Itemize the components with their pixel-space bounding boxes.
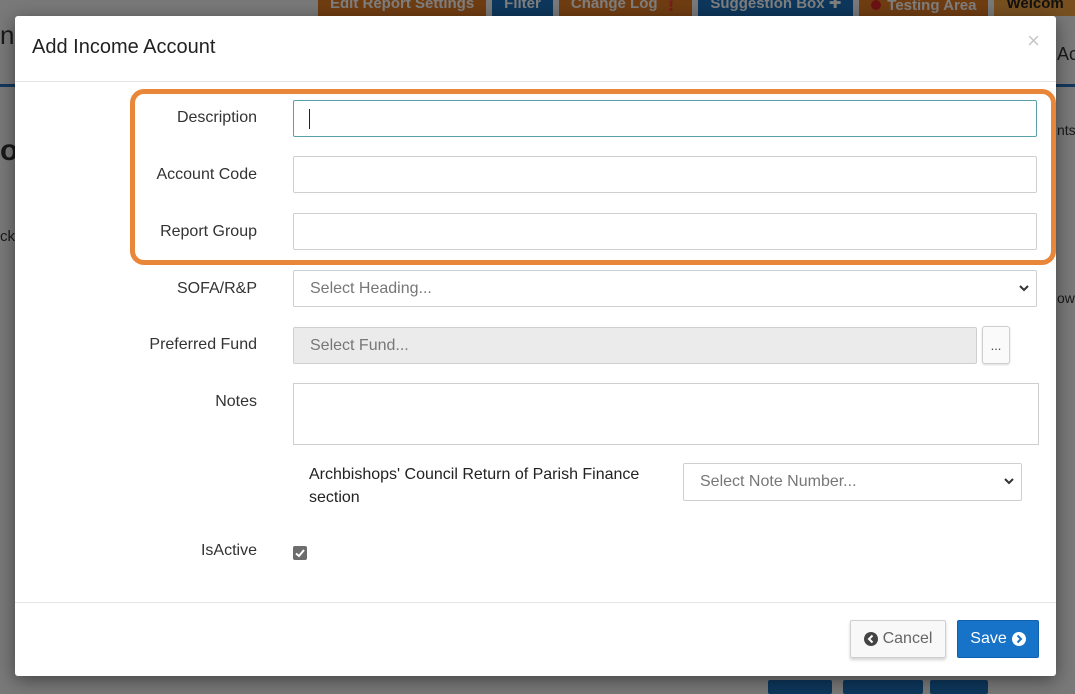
is-active-label: IsActive	[200, 542, 257, 559]
notes-label: Notes	[215, 393, 257, 410]
sofa-placeholder: Select Heading...	[310, 279, 432, 297]
arrow-right-circle-icon	[1011, 632, 1026, 646]
save-button-label: Save	[970, 630, 1007, 647]
fund-picker-button[interactable]: ...	[982, 326, 1010, 364]
close-icon[interactable]: ×	[1027, 30, 1040, 52]
modal-title: Add Income Account	[32, 36, 216, 58]
report-group-label: Report Group	[160, 223, 257, 240]
is-active-checkbox[interactable]	[293, 546, 307, 560]
report-group-input[interactable]	[293, 213, 1037, 250]
add-income-account-modal: Add Income Account × Description Account…	[15, 16, 1056, 676]
description-input[interactable]	[293, 100, 1037, 137]
cancel-button[interactable]: Cancel	[850, 620, 946, 658]
preferred-fund-label: Preferred Fund	[149, 336, 257, 353]
account-code-label: Account Code	[156, 166, 257, 183]
sofa-label: SOFA/R&P	[176, 280, 257, 297]
account-code-input[interactable]	[293, 156, 1037, 193]
checkmark-icon	[295, 549, 305, 558]
sofa-heading-select[interactable]: Select Heading...	[293, 270, 1037, 307]
chevron-down-icon	[1019, 285, 1029, 292]
cancel-button-label: Cancel	[882, 630, 933, 647]
modal-header: Add Income Account ×	[15, 16, 1056, 82]
description-label: Description	[176, 109, 257, 126]
note-number-select[interactable]: Select Note Number...	[683, 463, 1022, 501]
modal-footer-divider	[15, 602, 1056, 603]
archbishops-section-label: Archbishops' Council Return of Parish Fi…	[309, 466, 640, 506]
save-button[interactable]: Save	[957, 620, 1039, 658]
text-cursor	[309, 108, 310, 129]
preferred-fund-input: Select Fund...	[293, 327, 977, 364]
chevron-down-icon	[1004, 478, 1014, 485]
notes-textarea[interactable]	[293, 383, 1039, 445]
note-number-placeholder: Select Note Number...	[700, 473, 857, 490]
preferred-fund-placeholder: Select Fund...	[310, 336, 409, 354]
arrow-left-circle-icon	[863, 632, 878, 646]
